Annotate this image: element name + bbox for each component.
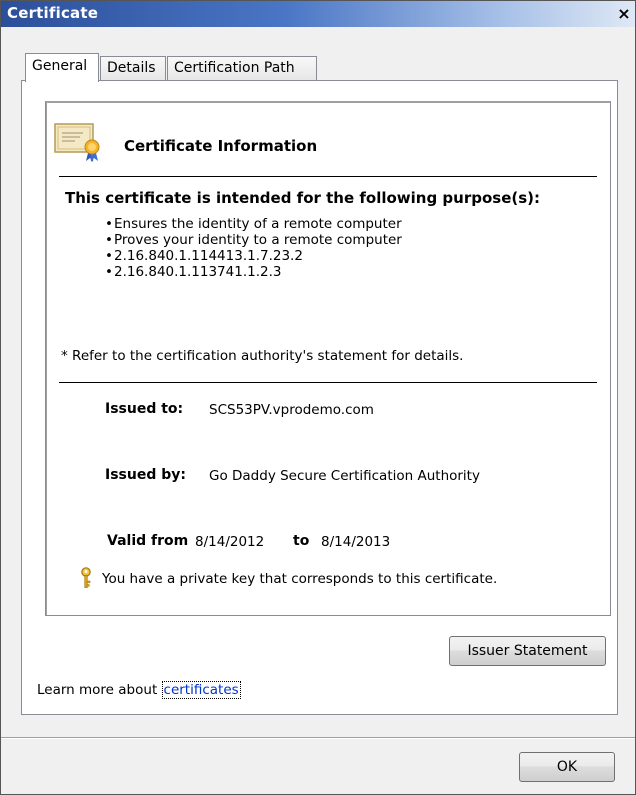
tab-general[interactable]: General — [25, 53, 99, 82]
private-key-note: You have a private key that corresponds … — [102, 571, 498, 587]
authority-footnote: * Refer to the certification authority's… — [61, 348, 464, 364]
divider — [1, 737, 635, 739]
purpose-list: Ensures the identity of a remote compute… — [105, 216, 402, 280]
close-button[interactable]: × — [615, 5, 633, 23]
valid-from-value: 8/14/2012 — [195, 534, 265, 550]
certificate-dialog: Certificate × General Details Certificat… — [0, 0, 636, 795]
close-icon: × — [617, 4, 631, 23]
issued-by-label: Issued by: — [105, 467, 186, 483]
learn-more-prefix: Learn more about — [37, 682, 162, 698]
certificates-link[interactable]: certificates — [161, 681, 241, 699]
issuer-statement-button[interactable]: Issuer Statement — [449, 636, 606, 666]
ok-button[interactable]: OK — [519, 752, 615, 782]
purpose-heading: This certificate is intended for the fol… — [65, 189, 541, 207]
issued-to-label: Issued to: — [105, 401, 184, 417]
purpose-item: Ensures the identity of a remote compute… — [105, 216, 402, 232]
issued-by-value: Go Daddy Secure Certification Authority — [209, 468, 480, 484]
certificate-info-title: Certificate Information — [124, 137, 318, 155]
key-icon — [81, 567, 91, 588]
valid-from-label: Valid from — [107, 533, 189, 549]
valid-to-value: 8/14/2013 — [321, 534, 391, 550]
divider — [59, 382, 597, 383]
issued-to-value: SCS53PV.vprodemo.com — [209, 402, 374, 418]
window-title: Certificate — [7, 4, 99, 22]
purpose-item: Proves your identity to a remote compute… — [105, 232, 402, 248]
certificate-icon — [54, 123, 100, 162]
tab-details[interactable]: Details — [100, 56, 166, 81]
divider — [59, 176, 597, 177]
tab-certification-path[interactable]: Certification Path — [167, 56, 317, 81]
purpose-item: 2.16.840.1.113741.1.2.3 — [105, 264, 402, 280]
title-bar[interactable]: Certificate × — [1, 1, 635, 27]
purpose-item: 2.16.840.1.114413.1.7.23.2 — [105, 248, 402, 264]
valid-to-label: to — [293, 533, 310, 549]
learn-more: Learn more about certificates — [37, 681, 241, 699]
